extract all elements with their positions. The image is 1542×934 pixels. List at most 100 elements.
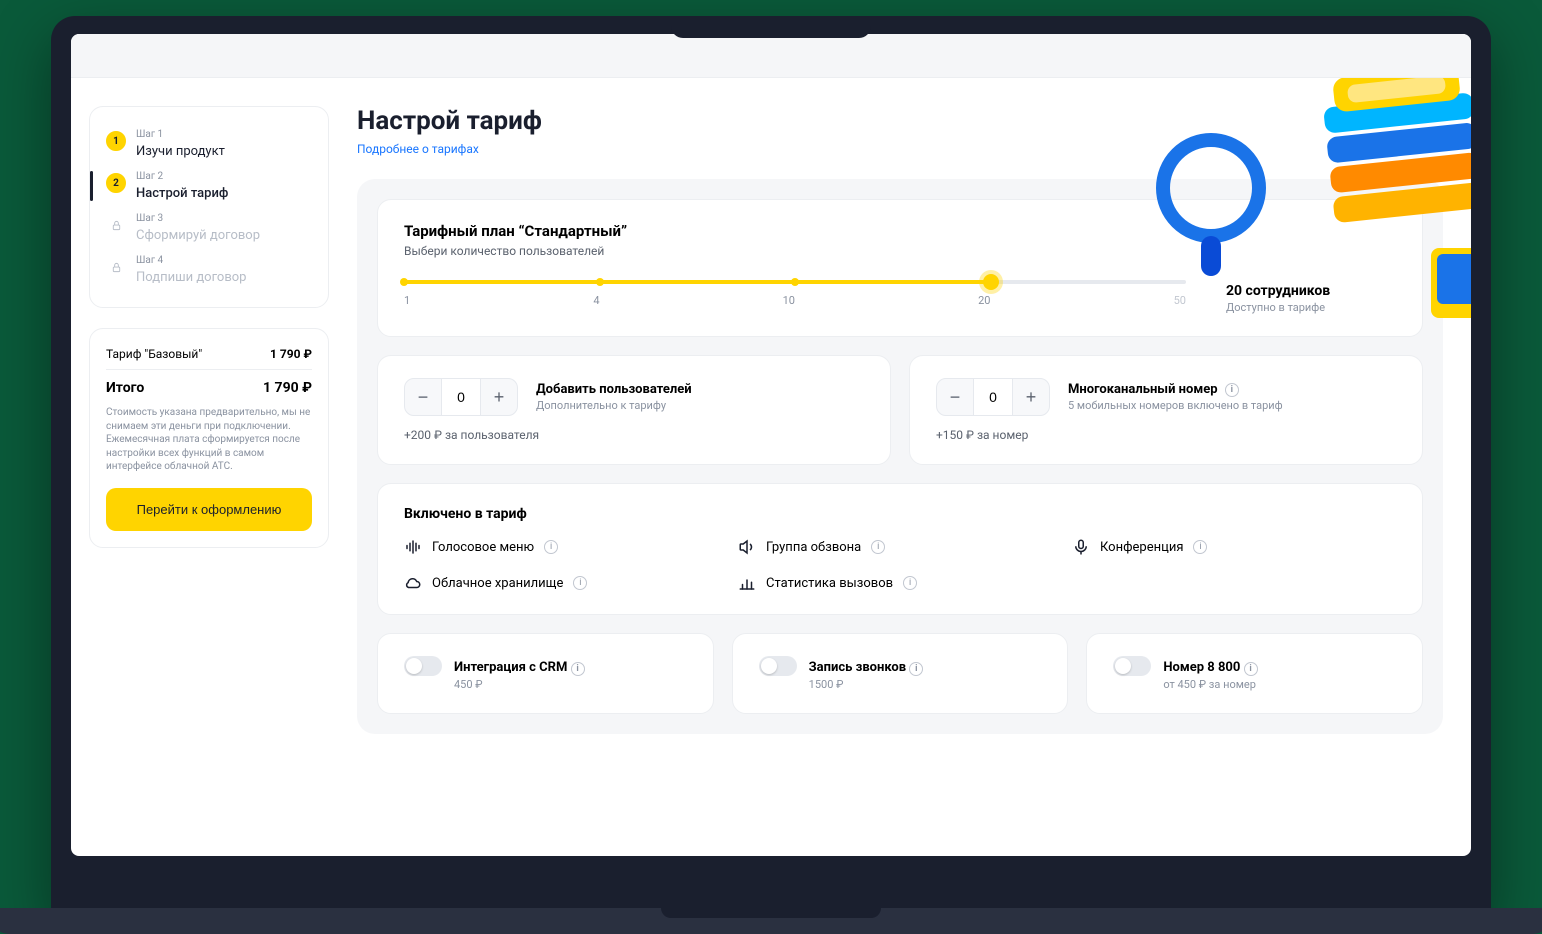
feature-item: Конференция i — [1072, 538, 1396, 556]
slider-thumb[interactable] — [983, 274, 999, 290]
add-users-title: Добавить пользователей — [536, 382, 692, 397]
addon-card: Номер 8 800 i от 450 ₽ за номер — [1086, 633, 1423, 714]
summary-total-label: Итого — [106, 380, 144, 396]
addon-price: от 450 ₽ за номер — [1163, 678, 1257, 691]
step-label: Подпиши договор — [136, 270, 246, 285]
add-users-stepper: − + — [404, 378, 518, 416]
step-number-badge: 2 — [106, 173, 126, 193]
step-label: Сформируй договор — [136, 228, 260, 243]
addon-toggle[interactable] — [1113, 656, 1151, 676]
checkout-button[interactable]: Перейти к оформлению — [106, 488, 312, 531]
feature-label: Конференция — [1100, 540, 1183, 555]
info-icon[interactable]: i — [1244, 662, 1258, 676]
more-about-plans-link[interactable]: Подробнее о тарифах — [357, 142, 479, 156]
info-icon[interactable]: i — [573, 576, 587, 590]
addon-toggle[interactable] — [759, 656, 797, 676]
plus-button[interactable]: + — [481, 379, 517, 415]
feature-label: Статистика вызовов — [766, 576, 893, 591]
slider-tick-label: 1 — [404, 294, 410, 307]
slider-value-display: 20 сотрудников Доступно в тарифе — [1226, 280, 1396, 314]
plus-button[interactable]: + — [1013, 379, 1049, 415]
info-icon[interactable]: i — [871, 540, 885, 554]
feature-item: Голосовое меню i — [404, 538, 728, 556]
multichannel-price: +150 ₽ за номер — [936, 428, 1396, 442]
addon-title: Запись звонков i — [809, 660, 924, 675]
call-stats-icon — [738, 574, 756, 592]
included-features-grid: Голосовое менюiГруппа обзвонаiКонференци… — [404, 538, 1396, 592]
call-group-icon — [738, 538, 756, 556]
lock-icon — [106, 257, 126, 277]
multichannel-sub: 5 мобильных номеров включено в тариф — [1068, 399, 1283, 412]
config-panel: Тарифный план “Стандартный” Выбери колич… — [357, 179, 1443, 734]
step-caption: Шаг 4 — [136, 255, 246, 266]
step-number-badge: 1 — [106, 131, 126, 151]
multichannel-card: − + Многоканальный номер i 5 моби — [909, 355, 1423, 465]
info-icon[interactable]: i — [1225, 383, 1239, 397]
multichannel-title: Многоканальный номер i — [1068, 382, 1239, 397]
addon-title: Номер 8 800 i — [1163, 660, 1257, 675]
info-icon[interactable]: i — [909, 662, 923, 676]
step-4: Шаг 4 Подпиши договор — [106, 249, 312, 291]
user-count-slider[interactable]: 1 4 10 20 50 — [404, 280, 1186, 307]
step-1[interactable]: 1 Шаг 1 Изучи продукт — [106, 123, 312, 165]
add-users-price: +200 ₽ за пользователя — [404, 428, 864, 442]
slider-tick-label: 4 — [593, 294, 599, 307]
included-title: Включено в тариф — [404, 506, 1396, 522]
minus-button[interactable]: − — [405, 379, 441, 415]
slider-stop — [791, 278, 799, 286]
step-label: Изучи продукт — [136, 144, 225, 159]
main-column: Настрой тариф Подробнее о тарифах Тарифн… — [357, 106, 1443, 856]
minus-button[interactable]: − — [937, 379, 973, 415]
addons-row: Интеграция с CRM i 450 ₽ Запись звонков i 1… — [377, 633, 1423, 714]
slider-ticks: 1 4 10 20 50 — [404, 294, 1186, 307]
add-users-sub: Дополнительно к тарифу — [536, 399, 692, 412]
info-icon[interactable]: i — [1193, 540, 1207, 554]
addon-card: Интеграция с CRM i 450 ₽ — [377, 633, 714, 714]
feature-item: Группа обзвона i — [738, 538, 1062, 556]
slider-stop — [596, 278, 604, 286]
addon-toggle[interactable] — [404, 656, 442, 676]
info-icon[interactable]: i — [571, 662, 585, 676]
conference-icon — [1072, 538, 1090, 556]
step-caption: Шаг 1 — [136, 129, 225, 140]
step-3: Шаг 3 Сформируй договор — [106, 207, 312, 249]
page-title: Настрой тариф — [357, 106, 1443, 136]
lock-icon — [106, 215, 126, 235]
plan-title: Тарифный план “Стандартный” — [404, 222, 1396, 240]
step-2[interactable]: 2Шаг 2Настрой тариф — [106, 165, 312, 207]
slider-value-label: 20 сотрудников — [1226, 283, 1330, 299]
included-card: Включено в тариф Голосовое менюiГруппа о… — [377, 483, 1423, 615]
content-area: 1Шаг 1Изучи продукт2Шаг 2Настрой тарифШа… — [71, 78, 1471, 856]
multichannel-stepper: − + — [936, 378, 1050, 416]
laptop-notch — [671, 16, 871, 38]
summary-card: Тариф "Базовый" 1 790 ₽ Итого 1 790 ₽ Ст… — [89, 328, 329, 548]
add-users-value[interactable] — [441, 379, 481, 415]
slider-tick-label: 20 — [978, 294, 990, 307]
laptop-frame: 1Шаг 1Изучи продукт2Шаг 2Настрой тарифШа… — [51, 16, 1491, 916]
addon-price: 1500 ₽ — [809, 678, 924, 691]
summary-total-row: Итого 1 790 ₽ — [106, 369, 312, 398]
summary-total-price: 1 790 ₽ — [263, 380, 312, 396]
feature-label: Группа обзвона — [766, 540, 861, 555]
sidebar: 1Шаг 1Изучи продукт2Шаг 2Настрой тарифШа… — [89, 106, 329, 856]
multichannel-value[interactable] — [973, 379, 1013, 415]
summary-plan-price: 1 790 ₽ — [270, 347, 312, 361]
info-icon[interactable]: i — [544, 540, 558, 554]
summary-disclaimer: Стоимость указана предварительно, мы не … — [106, 406, 312, 474]
app-screen: 1Шаг 1Изучи продукт2Шаг 2Настрой тарифШа… — [71, 34, 1471, 856]
feature-label: Голосовое меню — [432, 540, 534, 555]
step-label: Настрой тариф — [136, 186, 228, 201]
addon-card: Запись звонков i 1500 ₽ — [732, 633, 1069, 714]
feature-item: Облачное хранилище i — [404, 574, 728, 592]
addon-price: 450 ₽ — [454, 678, 585, 691]
addon-title: Интеграция с CRM i — [454, 660, 585, 675]
slider-value-sub: Доступно в тарифе — [1226, 301, 1396, 314]
step-caption: Шаг 3 — [136, 213, 260, 224]
feature-label: Облачное хранилище — [432, 576, 563, 591]
cloud-storage-icon — [404, 574, 422, 592]
slider-tick-label: 50 — [1174, 294, 1186, 307]
voice-menu-icon — [404, 538, 422, 556]
summary-plan-row: Тариф "Базовый" 1 790 ₽ — [106, 345, 312, 363]
slider-tick-label: 10 — [783, 294, 795, 307]
info-icon[interactable]: i — [903, 576, 917, 590]
